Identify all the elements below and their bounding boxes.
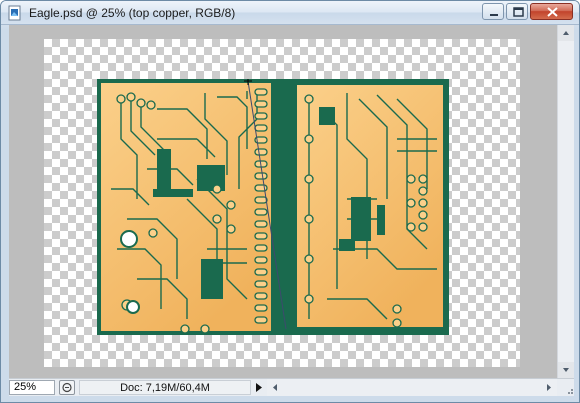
maximize-button[interactable] <box>506 3 528 20</box>
window-title: Eagle.psd @ 25% (top copper, RGB/8) <box>29 6 236 20</box>
export-icon[interactable] <box>59 380 75 395</box>
horizontal-scrollbar[interactable] <box>267 379 557 396</box>
minimize-icon <box>490 14 498 16</box>
maximize-icon <box>513 7 524 17</box>
document-window: Eagle.psd @ 25% (top copper, RGB/8) 25% … <box>0 0 580 403</box>
scroll-left-icon[interactable] <box>267 379 283 396</box>
scroll-right-icon[interactable] <box>541 379 557 396</box>
scroll-down-icon[interactable] <box>558 362 574 378</box>
resize-grip-icon[interactable] <box>565 379 574 396</box>
photoshop-document-icon[interactable] <box>7 5 23 21</box>
status-menu-arrow-icon[interactable] <box>252 380 266 395</box>
document-size-info: Doc: 7,19M/60,4M <box>79 380 251 395</box>
document-canvas[interactable] <box>44 39 520 367</box>
close-button[interactable] <box>530 3 573 20</box>
scroll-up-icon[interactable] <box>558 25 574 41</box>
measure-line <box>244 79 287 330</box>
canvas-workspace[interactable] <box>9 25 557 378</box>
vertical-scrollbar[interactable] <box>557 25 574 378</box>
title-bar[interactable]: Eagle.psd @ 25% (top copper, RGB/8) <box>1 1 579 25</box>
minimize-button[interactable] <box>482 3 504 20</box>
close-icon <box>547 7 558 17</box>
zoom-level-field[interactable]: 25% <box>9 380 55 395</box>
status-bar: 25% Doc: 7,19M/60,4M <box>9 378 574 396</box>
